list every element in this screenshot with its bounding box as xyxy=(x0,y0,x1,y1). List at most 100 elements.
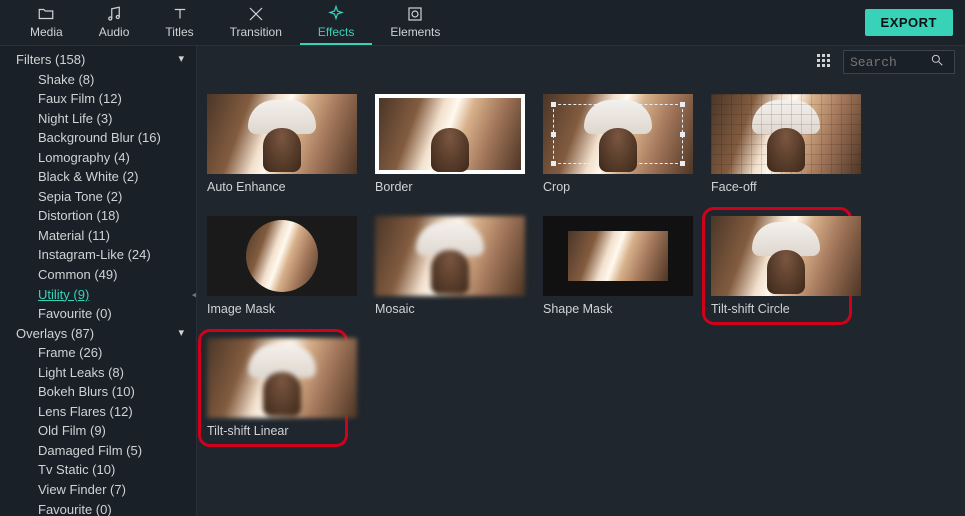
tree-item[interactable]: Material (11) xyxy=(0,226,196,246)
effect-card[interactable]: Image Mask xyxy=(207,216,357,316)
nav-tab-label: Media xyxy=(30,25,63,39)
sidebar-collapse-handle[interactable]: ◀ xyxy=(188,282,196,306)
effect-card[interactable]: Auto Enhance xyxy=(207,94,357,194)
effect-card[interactable]: Crop xyxy=(543,94,693,194)
tree-item-label: Favourite (0) xyxy=(38,305,112,323)
audio-icon xyxy=(105,5,123,23)
nav-tab-label: Effects xyxy=(318,25,354,39)
tree-item-label: Lens Flares (12) xyxy=(38,403,133,421)
top-nav: Media Audio Titles Transition Effects Element… xyxy=(0,0,965,46)
content-panel: Auto Enhance Border Crop Face-off Image Mask… xyxy=(196,46,965,516)
nav-tab-label: Elements xyxy=(390,25,440,39)
effect-thumbnail xyxy=(207,338,357,418)
tree-item[interactable]: Background Blur (16) xyxy=(0,128,196,148)
nav-tab-transition[interactable]: Transition xyxy=(212,1,300,45)
effect-card[interactable]: Shape Mask xyxy=(543,216,693,316)
tree-item-label: Night Life (3) xyxy=(38,110,112,128)
tree-item-label: Frame (26) xyxy=(38,344,102,362)
tree-item-label: Distortion (18) xyxy=(38,207,120,225)
tree-item-label: Sepia Tone (2) xyxy=(38,188,122,206)
tree-item[interactable]: Common (49) xyxy=(0,265,196,285)
export-button[interactable]: EXPORT xyxy=(865,9,953,36)
media-icon xyxy=(37,5,55,23)
search-box[interactable] xyxy=(843,50,955,74)
nav-tab-effects[interactable]: Effects xyxy=(300,1,372,45)
effect-card[interactable]: Mosaic xyxy=(375,216,525,316)
titles-icon xyxy=(171,5,189,23)
tree-item[interactable]: Bokeh Blurs (10) xyxy=(0,382,196,402)
effect-thumbnail xyxy=(375,94,525,174)
effect-card[interactable]: Tilt-shift Circle xyxy=(702,207,852,325)
effect-label: Auto Enhance xyxy=(207,180,357,194)
tree-item-label: Background Blur (16) xyxy=(38,129,161,147)
transition-icon xyxy=(247,5,265,23)
tree-group-label: Filters (158) xyxy=(16,51,85,69)
effect-thumbnail xyxy=(207,216,357,296)
tree-item[interactable]: View Finder (7) xyxy=(0,480,196,500)
tree-item[interactable]: Distortion (18) xyxy=(0,206,196,226)
nav-tab-elements[interactable]: Elements xyxy=(372,1,458,45)
tree-item-label: View Finder (7) xyxy=(38,481,126,499)
effect-thumbnail xyxy=(711,94,861,174)
effect-card[interactable]: Border xyxy=(375,94,525,194)
tree-item[interactable]: Sepia Tone (2) xyxy=(0,187,196,207)
tree-item-label: Light Leaks (8) xyxy=(38,364,124,382)
nav-tab-label: Audio xyxy=(99,25,130,39)
tree-item[interactable]: Damaged Film (5) xyxy=(0,441,196,461)
nav-tab-media[interactable]: Media xyxy=(12,1,81,45)
tree-item[interactable]: Tv Static (10) xyxy=(0,460,196,480)
tree-item[interactable]: Frame (26) xyxy=(0,343,196,363)
effects-grid: Auto Enhance Border Crop Face-off Image Mask… xyxy=(197,78,965,516)
effect-label: Tilt-shift Linear xyxy=(207,424,339,438)
tree-item-label: Old Film (9) xyxy=(38,422,106,440)
tree-item-label: Utility (9) xyxy=(38,286,89,304)
tree-item-label: Material (11) xyxy=(38,227,110,245)
tree-item[interactable]: Favourite (0) xyxy=(0,304,196,324)
tree-item[interactable]: Instagram-Like (24) xyxy=(0,245,196,265)
nav-tab-audio[interactable]: Audio xyxy=(81,1,148,45)
tree-item[interactable]: Faux Film (12) xyxy=(0,89,196,109)
sidebar: Filters (158) ▾ Shake (8)Faux Film (12) Nig… xyxy=(0,46,196,516)
effect-label: Tilt-shift Circle xyxy=(711,302,843,316)
tree-item[interactable]: Old Film (9) xyxy=(0,421,196,441)
tree-item[interactable]: Night Life (3) xyxy=(0,109,196,129)
effect-label: Shape Mask xyxy=(543,302,693,316)
effects-icon xyxy=(327,5,345,23)
effect-label: Face-off xyxy=(711,180,861,194)
tree-item[interactable]: Utility (9) xyxy=(0,285,196,305)
effect-thumbnail xyxy=(207,94,357,174)
tree-item-label: Instagram-Like (24) xyxy=(38,246,151,264)
tree-group[interactable]: Overlays (87)▾ xyxy=(0,324,196,344)
tree-item-label: Common (49) xyxy=(38,266,117,284)
tree-item[interactable]: Lomography (4) xyxy=(0,148,196,168)
tree-item-label: Tv Static (10) xyxy=(38,461,115,479)
tree-item-label: Black & White (2) xyxy=(38,168,138,186)
effect-label: Crop xyxy=(543,180,693,194)
tree-item[interactable]: Light Leaks (8) xyxy=(0,363,196,383)
nav-tab-titles[interactable]: Titles xyxy=(147,1,211,45)
elements-icon xyxy=(406,5,424,23)
effect-card[interactable]: Face-off xyxy=(711,94,861,194)
tree-item[interactable]: Black & White (2) xyxy=(0,167,196,187)
search-input[interactable] xyxy=(850,55,930,70)
chevron-down-icon: ▾ xyxy=(178,326,184,341)
effect-label: Border xyxy=(375,180,525,194)
tree-item-label: Shake (8) xyxy=(38,71,94,89)
tree-group[interactable]: Filters (158) ▾ xyxy=(0,50,196,70)
effect-card[interactable]: Tilt-shift Linear xyxy=(198,329,348,447)
tree-item-label: Bokeh Blurs (10) xyxy=(38,383,135,401)
tree-item-label: Damaged Film (5) xyxy=(38,442,142,460)
tree-item-label: Favourite (0) xyxy=(38,501,112,516)
chevron-down-icon: ▾ xyxy=(178,52,184,67)
effect-thumbnail xyxy=(543,94,693,174)
tree-item[interactable]: Favourite (0) xyxy=(0,500,196,516)
tree-item-label: Lomography (4) xyxy=(38,149,130,167)
grid-view-icon[interactable] xyxy=(817,54,833,70)
tree-item[interactable]: Lens Flares (12) xyxy=(0,402,196,422)
nav-tab-label: Titles xyxy=(165,25,193,39)
tree-item-label: Faux Film (12) xyxy=(38,90,122,108)
effect-thumbnail xyxy=(711,216,861,296)
effect-label: Mosaic xyxy=(375,302,525,316)
tree-item[interactable]: Shake (8) xyxy=(0,70,196,90)
search-icon[interactable] xyxy=(930,53,944,71)
